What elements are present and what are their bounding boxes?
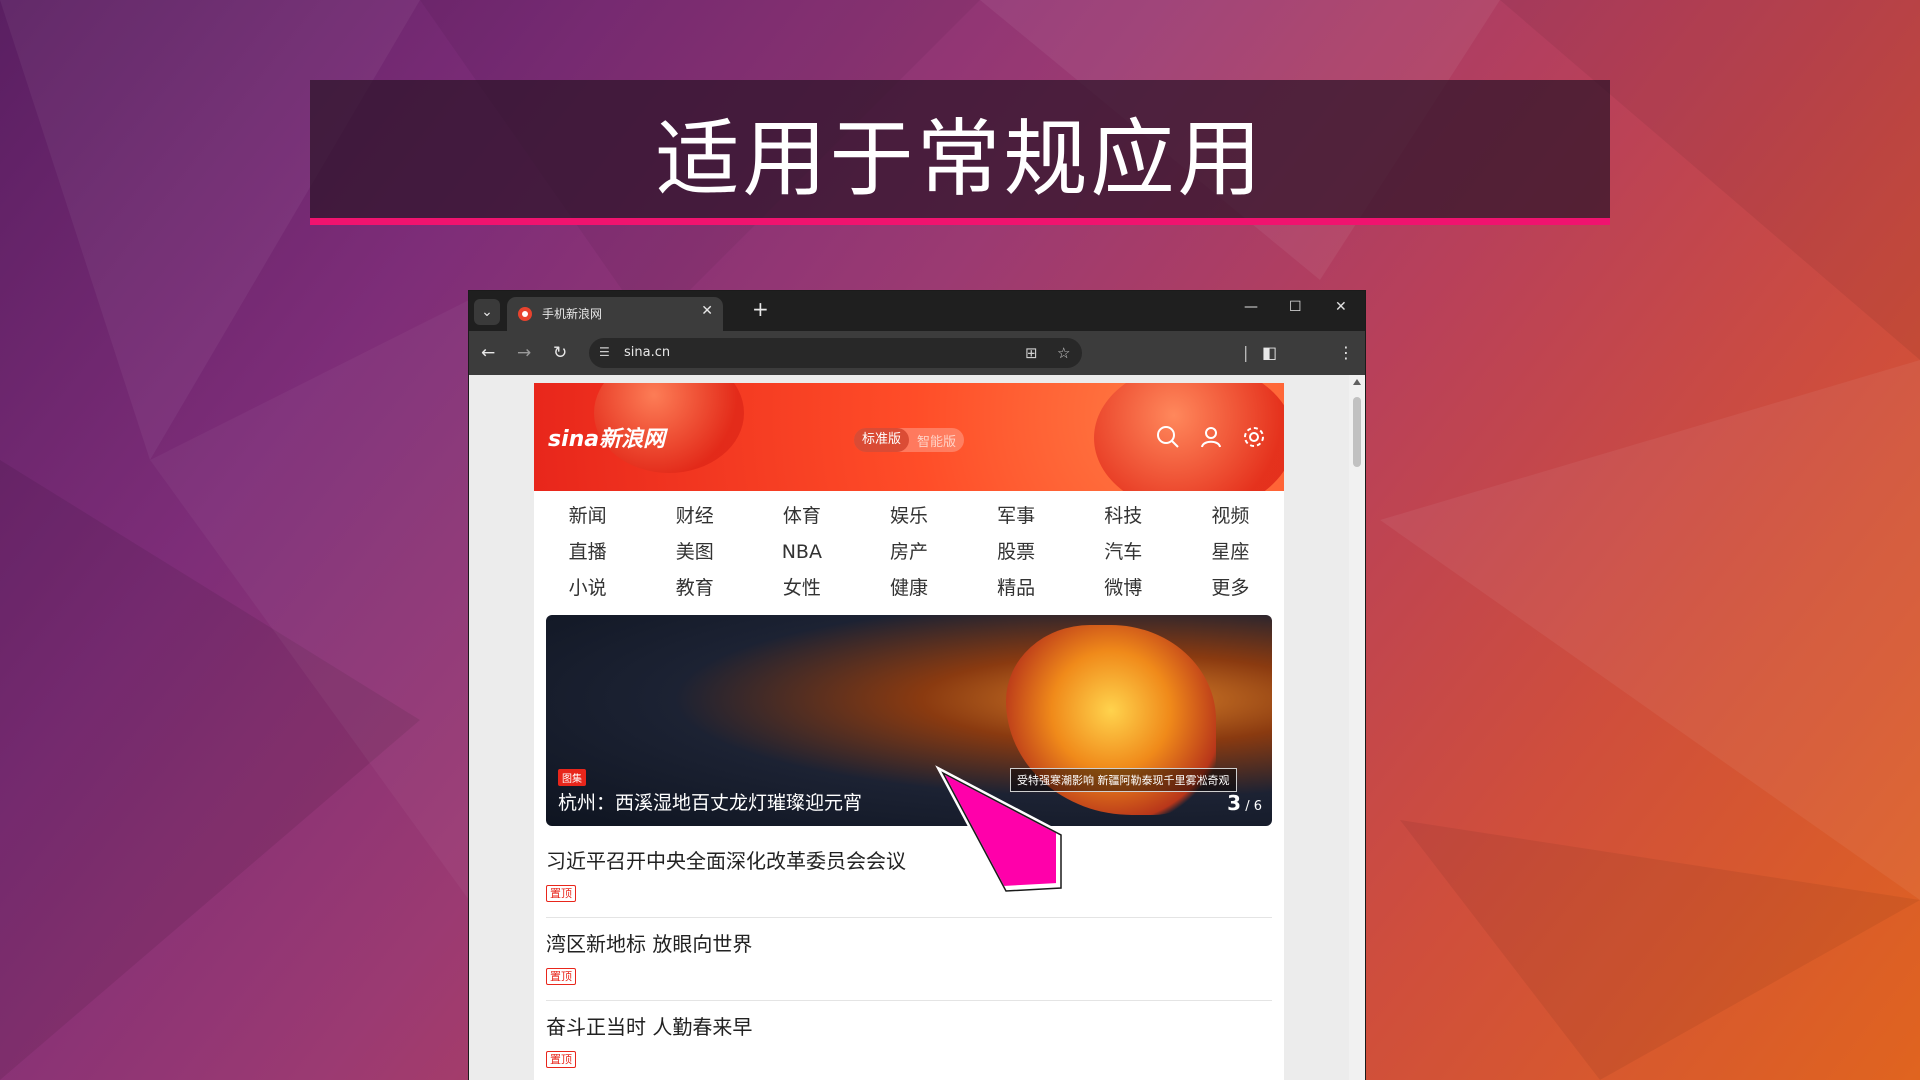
mode-standard[interactable]: 标准版 <box>854 428 910 452</box>
channel-link[interactable]: 视频 <box>1177 503 1284 529</box>
channel-link[interactable]: 健康 <box>855 575 962 601</box>
channel-link[interactable]: 汽车 <box>1070 539 1177 565</box>
scroll-up-arrow-icon[interactable] <box>1353 379 1361 385</box>
settings-icon[interactable] <box>1242 425 1266 449</box>
scroll-thumb[interactable] <box>1353 397 1361 467</box>
channel-link[interactable]: 教育 <box>641 575 748 601</box>
arrow-left-icon[interactable]: ← <box>481 343 495 363</box>
reload-icon[interactable]: ↻ <box>553 343 567 363</box>
news-title[interactable]: 湾区新地标 放眼向世界 <box>546 928 752 957</box>
channel-link[interactable]: 军事 <box>963 503 1070 529</box>
minimize-icon[interactable]: — <box>1244 299 1258 315</box>
hero-title[interactable]: 杭州：西溪湿地百丈龙灯璀璨迎元宵 <box>558 788 862 815</box>
address-bar[interactable]: ☰ sina.cn ⊞ ☆ <box>589 338 1082 368</box>
star-icon[interactable]: ☆ <box>1057 344 1070 362</box>
news-title[interactable]: 习近平召开中央全面深化改革委员会会议 <box>546 845 906 874</box>
translate-icon[interactable]: ⊞ <box>1025 344 1038 362</box>
sina-logo[interactable]: sina新浪网 <box>548 421 665 453</box>
channel-link[interactable]: 财经 <box>641 503 748 529</box>
mode-switch[interactable]: 标准版 智能版 <box>854 428 965 452</box>
page-viewport: sina新浪网 标准版 智能版 新闻 财经 体育 娱乐 军事 科技 视频 直播 … <box>469 375 1349 1080</box>
browser-tab[interactable]: 手机新浪网 ✕ <box>507 297 723 331</box>
tune-icon[interactable]: ☰ <box>599 345 615 361</box>
channel-link[interactable]: 体育 <box>748 503 855 529</box>
hero-tag: 图集 <box>558 769 586 786</box>
search-icon[interactable] <box>1156 425 1180 449</box>
channel-link[interactable]: 星座 <box>1177 539 1284 565</box>
sina-mobile-page: sina新浪网 标准版 智能版 新闻 财经 体育 娱乐 军事 科技 视频 直播 … <box>534 383 1284 1080</box>
hero-carousel[interactable]: 图集 杭州：西溪湿地百丈龙灯璀璨迎元宵 受特强寒潮影响 新疆阿勒泰现千里雾凇奇观… <box>546 615 1272 826</box>
sina-header: sina新浪网 标准版 智能版 <box>534 383 1284 491</box>
vertical-scrollbar[interactable] <box>1349 375 1365 1080</box>
channel-link[interactable]: 直播 <box>534 539 641 565</box>
channel-link[interactable]: 更多 <box>1177 575 1284 601</box>
mode-smart[interactable]: 智能版 <box>909 431 964 450</box>
plus-icon[interactable]: + <box>752 297 769 321</box>
user-icon[interactable] <box>1199 425 1223 449</box>
news-list: 习近平召开中央全面深化改革委员会会议 置顶 湾区新地标 放眼向世界 置顶 奋斗正… <box>546 835 1272 1080</box>
news-item[interactable]: 湾区新地标 放眼向世界 置顶 <box>546 918 1272 1001</box>
url-text[interactable]: sina.cn <box>624 345 670 360</box>
news-title[interactable]: 奋斗正当时 人勤春来早 <box>546 1011 752 1040</box>
side-panel-icon[interactable]: ◧ <box>1262 343 1277 362</box>
hero-counter: 3 / 6 <box>1227 791 1262 815</box>
slide-title-banner: 适用于常规应用 <box>310 80 1610 225</box>
channel-link[interactable]: 女性 <box>748 575 855 601</box>
browser-window: ⌄ 手机新浪网 ✕ + — ☐ ✕ ← → ↻ ☰ sina.cn ⊞ ☆ | … <box>469 291 1365 1080</box>
news-item[interactable]: 习近平召开中央全面深化改革委员会会议 置顶 <box>546 835 1272 918</box>
channel-link[interactable]: NBA <box>748 539 855 565</box>
pinned-badge: 置顶 <box>546 968 576 985</box>
channel-link[interactable]: 美图 <box>641 539 748 565</box>
channel-link[interactable]: 娱乐 <box>855 503 962 529</box>
channel-link[interactable]: 新闻 <box>534 503 641 529</box>
chevron-down-icon[interactable]: ⌄ <box>474 299 500 325</box>
channel-link[interactable]: 精品 <box>963 575 1070 601</box>
pinned-badge: 置顶 <box>546 885 576 902</box>
channel-grid: 新闻 财经 体育 娱乐 军事 科技 视频 直播 美图 NBA 房产 股票 汽车 … <box>534 491 1284 601</box>
tab-strip: ⌄ 手机新浪网 ✕ + — ☐ ✕ <box>469 291 1365 331</box>
channel-link[interactable]: 股票 <box>963 539 1070 565</box>
hero-total: / 6 <box>1245 799 1262 814</box>
pinned-badge: 置顶 <box>546 1051 576 1068</box>
channel-link[interactable]: 微博 <box>1070 575 1177 601</box>
arrow-right-icon[interactable]: → <box>517 343 531 363</box>
news-item[interactable]: 奋斗正当时 人勤春来早 置顶 <box>546 1001 1272 1080</box>
maximize-icon[interactable]: ☐ <box>1289 299 1302 315</box>
hero-caption[interactable]: 受特强寒潮影响 新疆阿勒泰现千里雾凇奇观 <box>1010 768 1237 792</box>
channel-link[interactable]: 科技 <box>1070 503 1177 529</box>
channel-link[interactable]: 小说 <box>534 575 641 601</box>
more-vert-icon[interactable]: ⋮ <box>1338 343 1354 362</box>
close-window-icon[interactable]: ✕ <box>1335 299 1347 315</box>
tab-title: 手机新浪网 <box>542 307 603 321</box>
close-icon[interactable]: ✕ <box>701 303 713 319</box>
sina-favicon-icon <box>518 307 532 321</box>
browser-toolbar: ← → ↻ ☰ sina.cn ⊞ ☆ | ◧ ⋮ <box>469 331 1365 375</box>
toolbar-divider: | <box>1243 343 1249 362</box>
hero-current: 3 <box>1227 791 1242 815</box>
channel-link[interactable]: 房产 <box>855 539 962 565</box>
slide-title: 适用于常规应用 <box>655 110 1265 208</box>
